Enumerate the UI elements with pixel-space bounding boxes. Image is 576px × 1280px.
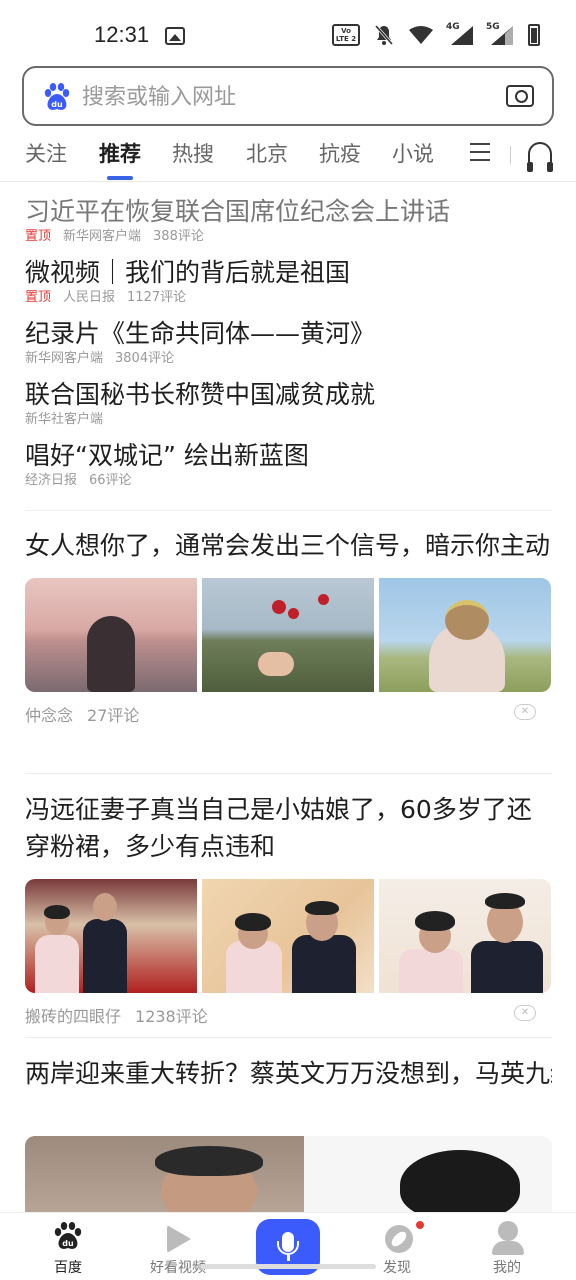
article-comments: 1238评论 <box>135 1007 208 1026</box>
news-comments: 388评论 <box>153 229 204 244</box>
article-thumbnails[interactable] <box>25 578 552 692</box>
news-source: 新华网客户端 <box>63 229 142 244</box>
play-icon <box>167 1225 191 1253</box>
headphone-icon[interactable] <box>527 142 553 172</box>
article-source: 仲念念 <box>25 706 74 725</box>
article-source: 搬砖的四眼仔 <box>25 1007 122 1026</box>
news-meta: 置顶 人民日报 1127评论 <box>25 289 555 307</box>
news-item[interactable]: 微视频｜我们的背后就是祖国 置顶 人民日报 1127评论 <box>25 257 555 307</box>
news-comments: 3804评论 <box>115 351 175 366</box>
divider <box>25 510 552 511</box>
news-item[interactable]: 联合国秘书长称赞中国减贫成就 新华社客户端 <box>25 379 555 429</box>
nav-label: 我的 <box>493 1260 521 1276</box>
thumbnail-image[interactable] <box>202 578 374 692</box>
article-title-text[interactable]: 两岸迎来重大转折？蔡英文万万没想到，马英九终于行动了，“两岸和平统一”响彻岛内.… <box>25 1055 552 1092</box>
cell-signal-1-icon: 4G <box>446 22 474 46</box>
article-thumbnails[interactable] <box>25 879 552 993</box>
gallery-notification-icon <box>165 27 185 45</box>
tab-novel[interactable]: 小说 <box>392 138 434 168</box>
search-bar[interactable]: du <box>22 66 554 126</box>
wifi-icon <box>409 26 433 44</box>
news-source: 经济日报 <box>25 473 78 488</box>
article-meta: 仲念念 27评论 ✕ <box>25 702 552 725</box>
tab-hot[interactable]: 热搜 <box>172 138 214 168</box>
article-title[interactable]: 女人想你了，通常会发出三个信号，暗示你主动 <box>25 527 552 564</box>
feed-article[interactable]: 女人想你了，通常会发出三个信号，暗示你主动 仲念念 27评论 ✕ <box>25 527 552 725</box>
dismiss-icon[interactable]: ✕ <box>514 704 536 720</box>
status-time: 12:31 <box>94 22 150 47</box>
gesture-bar[interactable] <box>200 1264 376 1269</box>
news-comments: 66评论 <box>89 473 132 488</box>
tab-follow[interactable]: 关注 <box>25 138 67 168</box>
thumbnail-image[interactable] <box>379 879 551 993</box>
menu-icon[interactable] <box>470 143 490 161</box>
dismiss-icon[interactable]: ✕ <box>514 1005 536 1021</box>
tab-recommend[interactable]: 推荐 <box>99 138 141 168</box>
tab-beijing[interactable]: 北京 <box>246 138 288 168</box>
status-icons: Vo LTE 2 4G 5G <box>332 22 540 46</box>
feed-article[interactable]: 两岸迎来重大转折？蔡英文万万没想到，马英九终于行动了，“两岸和平统一”响彻岛内.… <box>25 1055 552 1092</box>
thumbnail-image[interactable] <box>25 1136 552 1214</box>
thumbnail-image[interactable] <box>379 578 551 692</box>
svg-text:du: du <box>51 100 63 109</box>
svg-text:du: du <box>62 1239 74 1248</box>
volte-icon: Vo LTE 2 <box>332 24 360 46</box>
news-title[interactable]: 习近平在恢复联合国席位纪念会上讲话 <box>25 196 555 228</box>
divider <box>25 1037 552 1038</box>
nav-label: 百度 <box>54 1260 82 1276</box>
news-meta: 新华社客户端 <box>25 411 555 429</box>
compass-icon <box>385 1225 413 1253</box>
news-title[interactable]: 唱好“双城记” 绘出新蓝图 <box>25 440 555 472</box>
divider <box>25 773 552 774</box>
news-source: 新华社客户端 <box>25 412 104 427</box>
article-title[interactable]: 冯远征妻子真当自己是小姑娘了，60多岁了还穿粉裙，多少有点违和 <box>25 791 552 865</box>
tab-divider <box>510 146 511 164</box>
article-comments: 27评论 <box>87 706 140 725</box>
news-source: 新华网客户端 <box>25 351 104 366</box>
active-tab-indicator <box>107 176 133 180</box>
bottom-navigation: du 百度 好看视频 发现 我的 <box>0 1212 576 1280</box>
news-title[interactable]: 纪录片《生命共同体——黄河》 <box>25 318 555 350</box>
feed-article[interactable]: 冯远征妻子真当自己是小姑娘了，60多岁了还穿粉裙，多少有点违和 搬砖的四眼仔 1… <box>25 791 552 1026</box>
channel-tabs: 关注 推荐 热搜 北京 抗疫 小说 <box>0 138 576 182</box>
notification-dot <box>416 1221 424 1229</box>
search-input[interactable] <box>82 80 482 114</box>
tab-anti-epidemic[interactable]: 抗疫 <box>319 138 361 168</box>
thumbnail-image[interactable] <box>202 879 374 993</box>
cell-signal-2-icon: 5G <box>486 22 514 46</box>
thumbnail-image[interactable] <box>25 578 197 692</box>
news-item[interactable]: 纪录片《生命共同体——黄河》 新华网客户端 3804评论 <box>25 318 555 368</box>
news-item[interactable]: 习近平在恢复联合国席位纪念会上讲话 置顶 新华网客户端 388评论 <box>25 196 555 246</box>
article-title[interactable]: 两岸迎来重大转折？蔡英文万万没想到，马英九终于行动了，“两岸和平统一”响彻岛内.… <box>25 1055 552 1092</box>
camera-icon[interactable] <box>506 85 534 107</box>
bell-muted-icon <box>374 25 394 45</box>
thumbnail-image[interactable] <box>25 879 197 993</box>
news-meta: 置顶 新华网客户端 388评论 <box>25 228 555 246</box>
news-meta: 经济日报 66评论 <box>25 472 555 490</box>
article-meta: 搬砖的四眼仔 1238评论 ✕ <box>25 1003 552 1026</box>
news-source: 人民日报 <box>63 290 116 305</box>
article-image[interactable] <box>25 1136 552 1214</box>
user-icon <box>498 1221 518 1241</box>
news-title[interactable]: 微视频｜我们的背后就是祖国 <box>25 257 555 289</box>
status-bar: 12:31 Vo LTE 2 4G 5G <box>0 0 576 66</box>
baidu-paw-icon: du <box>54 1222 82 1249</box>
news-item[interactable]: 唱好“双城记” 绘出新蓝图 经济日报 66评论 <box>25 440 555 490</box>
baidu-logo-icon: du <box>44 83 70 110</box>
news-comments: 1127评论 <box>127 290 187 305</box>
battery-icon <box>528 24 540 46</box>
news-meta: 新华网客户端 3804评论 <box>25 350 555 368</box>
pin-badge: 置顶 <box>25 229 52 244</box>
news-title[interactable]: 联合国秘书长称赞中国减贫成就 <box>25 379 555 411</box>
pin-badge: 置顶 <box>25 290 52 305</box>
